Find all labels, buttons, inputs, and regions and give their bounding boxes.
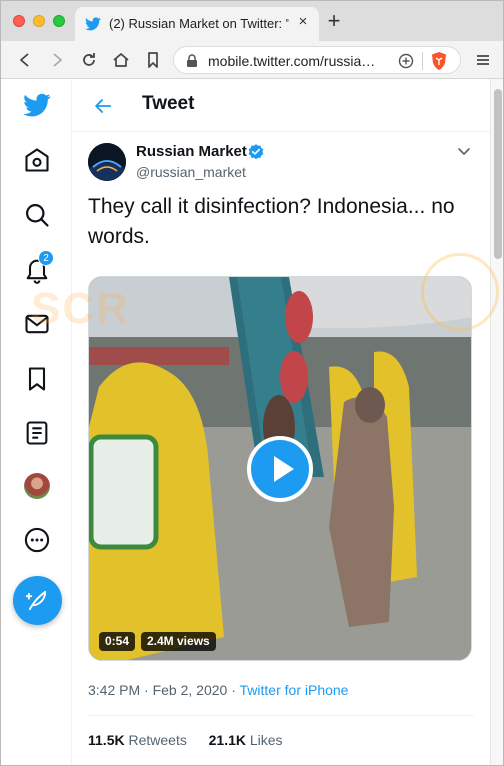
notifications-badge: 2: [38, 250, 54, 266]
tweet-stats: 11.5K Retweets 21.1K Likes: [88, 732, 283, 748]
bookmark-icon[interactable]: [23, 365, 51, 393]
tweet-source-link[interactable]: Twitter for iPhone: [240, 682, 349, 698]
more-icon[interactable]: [23, 526, 51, 554]
video-duration: 0:54: [99, 632, 136, 651]
tab-strip: (2) Russian Market on Twitter: "They cal…: [1, 1, 503, 41]
browser-window: (2) Russian Market on Twitter: "They cal…: [0, 0, 504, 766]
home-icon[interactable]: [23, 146, 51, 174]
tweet-date[interactable]: Feb 2, 2020: [153, 682, 228, 698]
scrollbar[interactable]: [490, 79, 503, 765]
author-avatar[interactable]: [88, 143, 126, 181]
address-bar[interactable]: mobile.twitter.com/russia…: [173, 46, 461, 74]
author-handle[interactable]: @russian_market: [136, 164, 246, 180]
author-avatar-image: [88, 143, 126, 181]
close-window-button[interactable]: [13, 15, 25, 27]
retweets-stat[interactable]: 11.5K Retweets: [88, 732, 187, 748]
tweet-time[interactable]: 3:42 PM: [88, 682, 140, 698]
likes-count: 21.1K: [208, 732, 246, 748]
verified-badge-icon: [248, 144, 264, 160]
new-tab-button[interactable]: +: [325, 10, 343, 32]
forward-icon[interactable]: [47, 50, 67, 70]
tweet-metadata: 3:42 PM · Feb 2, 2020 · Twitter for iPho…: [88, 682, 348, 698]
add-circle-icon[interactable]: [398, 53, 414, 69]
browser-tab[interactable]: (2) Russian Market on Twitter: "They cal…: [75, 7, 319, 41]
retweets-label: Retweets: [124, 732, 187, 748]
twitter-favicon-icon: [85, 17, 101, 31]
minimize-window-button[interactable]: [33, 15, 45, 27]
page-header: Tweet: [72, 79, 490, 132]
meta-separator: ·: [140, 682, 153, 698]
likes-label: Likes: [245, 732, 283, 748]
address-bar-divider: [422, 52, 423, 70]
feather-icon: [26, 590, 47, 611]
twitter-logo-icon[interactable]: [23, 91, 51, 119]
chevron-down-icon[interactable]: [456, 143, 472, 159]
sidebar-nav: 2: [1, 79, 72, 765]
web-page: 2 Tweet Russian Market @russian_market T…: [1, 79, 503, 765]
divider: [88, 715, 474, 716]
tab-title: (2) Russian Market on Twitter: "They cal…: [109, 16, 289, 31]
url-text[interactable]: mobile.twitter.com/russia…: [208, 53, 398, 69]
zoom-window-button[interactable]: [53, 15, 65, 27]
lock-icon: [187, 54, 197, 67]
tweet-text: They call it disinfection? Indonesia... …: [88, 195, 455, 248]
retweets-count: 11.5K: [88, 732, 125, 748]
back-icon[interactable]: [15, 50, 35, 70]
lists-icon[interactable]: [23, 419, 51, 447]
home-button-icon[interactable]: [111, 50, 131, 70]
meta-separator: ·: [227, 682, 240, 698]
reload-icon[interactable]: [79, 50, 99, 70]
mail-icon[interactable]: [23, 310, 51, 338]
browser-toolbar: mobile.twitter.com/russia…: [1, 41, 503, 79]
menu-icon[interactable]: [473, 50, 493, 70]
tweet-video[interactable]: 0:54 2.4M views: [88, 276, 472, 661]
tweet-column: Tweet Russian Market @russian_market The…: [72, 79, 490, 765]
play-icon: [274, 456, 294, 482]
back-arrow-icon[interactable]: [92, 95, 114, 117]
search-icon[interactable]: [23, 201, 51, 229]
compose-tweet-button[interactable]: [13, 576, 62, 625]
avatar[interactable]: [24, 473, 50, 499]
page-title: Tweet: [142, 93, 195, 114]
author-name[interactable]: Russian Market: [136, 143, 247, 160]
likes-stat[interactable]: 21.1K Likes: [209, 732, 283, 748]
bookmark-page-icon[interactable]: [143, 50, 163, 70]
close-tab-icon[interactable]: ×: [295, 14, 311, 30]
scroll-thumb[interactable]: [494, 89, 502, 259]
video-views: 2.4M views: [141, 632, 216, 651]
play-button[interactable]: [247, 436, 313, 502]
brave-shield-icon[interactable]: [430, 51, 448, 71]
